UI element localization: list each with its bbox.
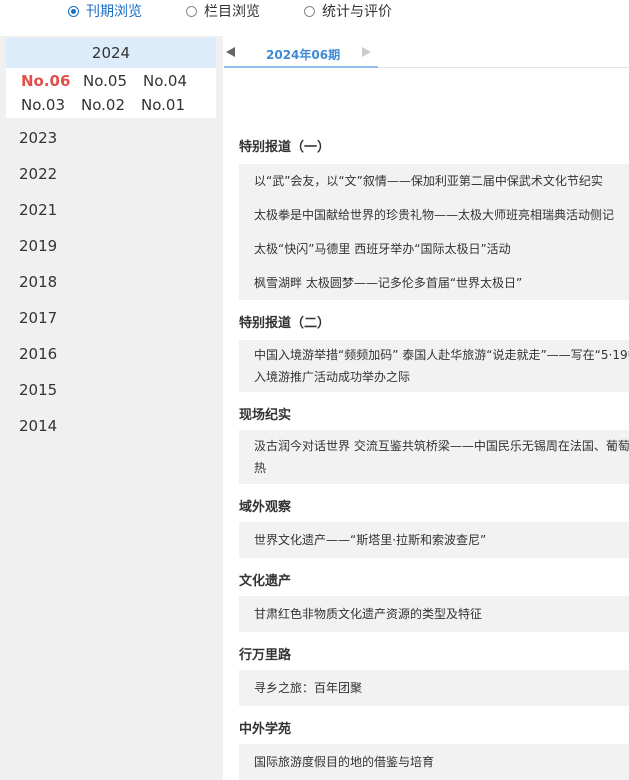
issue-item-04[interactable]: No.04: [143, 72, 187, 90]
section-title: 特别报道（二）: [239, 316, 331, 331]
radio-icon: [304, 5, 315, 17]
section-title: 文化遗产: [239, 574, 292, 589]
section-title: 中外学苑: [239, 722, 292, 737]
article-title: 枫雪湖畔 太极圆梦——记多伦多首届“世界太极日”: [254, 276, 523, 290]
article-title: 甘肃红色非物质文化遗产资源的类型及特征: [254, 607, 483, 621]
section-title: 现场纪实: [239, 408, 292, 423]
issue-list: No.06 No.05 No.04 No.03 No.02 No.01: [6, 68, 216, 118]
article-title: 国际旅游度假目的地的借鉴与培育: [254, 755, 435, 769]
year-item-2019[interactable]: 2019: [19, 237, 57, 255]
issue-item-06[interactable]: No.06: [21, 72, 70, 90]
tab-column-browse[interactable]: 栏目浏览: [186, 1, 260, 21]
tab-label: 栏目浏览: [204, 4, 260, 20]
issue-tab-label[interactable]: 2024年06期: [266, 46, 340, 63]
article-link[interactable]: 寻乡之旅：百年团聚: [239, 670, 629, 706]
year-item-2018[interactable]: 2018: [19, 273, 57, 291]
next-arrow-icon[interactable]: [362, 47, 371, 57]
article-title: 世界文化遗产——“斯塔里·拉斯和索波查尼”: [254, 533, 487, 547]
year-item-2016[interactable]: 2016: [19, 345, 57, 363]
article-link[interactable]: 甘肃红色非物质文化遗产资源的类型及特征: [239, 596, 629, 632]
article-link[interactable]: 太极“快闪”马德里 西班牙举办“国际太极日”活动: [239, 232, 629, 266]
section-title: 行万里路: [239, 648, 292, 663]
tab-label: 刊期浏览: [86, 4, 142, 20]
year-item-2021[interactable]: 2021: [19, 201, 57, 219]
issue-item-01[interactable]: No.01: [141, 96, 185, 114]
prev-arrow-icon[interactable]: [226, 47, 235, 57]
year-sidebar: 2024 No.06 No.05 No.04 No.03 No.02 No.01…: [0, 36, 223, 780]
section-title: 特别报道（一）: [239, 140, 331, 155]
article-link[interactable]: 枫雪湖畔 太极圆梦——记多伦多首届“世界太极日”: [239, 266, 629, 300]
tab-label: 统计与评价: [322, 4, 392, 20]
tab-issue-browse[interactable]: 刊期浏览: [68, 1, 142, 21]
article-link[interactable]: 世界文化遗产——“斯塔里·拉斯和索波查尼”: [239, 522, 629, 558]
article-link[interactable]: 中国入境游举措“频频加码” 泰国人赴华旅游“说走就走”——写在“5·19中 入境…: [239, 340, 629, 392]
article-title: 太极“快闪”马德里 西班牙举办“国际太极日”活动: [254, 242, 511, 256]
issue-item-03[interactable]: No.03: [21, 96, 65, 114]
radio-icon: [186, 5, 197, 17]
article-link[interactable]: 太极拳是中国献给世界的珍贵礼物——太极大师班亮相瑞典活动侧记: [239, 198, 629, 232]
article-title-line: 入境游推广活动成功举办之际: [254, 370, 411, 384]
year-item-2015[interactable]: 2015: [19, 381, 57, 399]
year-item-2014[interactable]: 2014: [19, 417, 57, 435]
tab-statistics[interactable]: 统计与评价: [304, 1, 392, 21]
current-year-header[interactable]: 2024: [6, 38, 216, 68]
article-title: 以“武”会友，以“文”叙情——保加利亚第二届中保武术文化节纪实: [254, 174, 603, 188]
article-title-line: 汲古润今对话世界 交流互鉴共筑桥梁——中国民乐无锡周在法国、葡萄: [254, 439, 629, 453]
year-item-2022[interactable]: 2022: [19, 165, 57, 183]
article-title-line: 热: [254, 461, 267, 475]
issue-tab-bar: 2024年06期: [224, 36, 629, 68]
issue-content: 2024年06期 特别报道（一） 以“武”会友，以“文”叙情——保加利亚第二届中…: [224, 36, 629, 780]
issue-item-05[interactable]: No.05: [83, 72, 127, 90]
article-title-line: 中国入境游举措“频频加码” 泰国人赴华旅游“说走就走”——写在“5·19中: [254, 348, 629, 362]
article-title: 寻乡之旅：百年团聚: [254, 681, 363, 695]
article-link[interactable]: 国际旅游度假目的地的借鉴与培育: [239, 744, 629, 780]
section-title: 域外观察: [239, 500, 292, 515]
year-item-2023[interactable]: 2023: [19, 129, 57, 147]
radio-selected-icon: [68, 5, 79, 17]
year-item-2017[interactable]: 2017: [19, 309, 57, 327]
article-title: 太极拳是中国献给世界的珍贵礼物——太极大师班亮相瑞典活动侧记: [254, 208, 615, 222]
active-tab-underline: [224, 66, 378, 68]
article-link[interactable]: 汲古润今对话世界 交流互鉴共筑桥梁——中国民乐无锡周在法国、葡萄 热: [239, 430, 629, 484]
browse-mode-tabs: 刊期浏览 栏目浏览 统计与评价: [0, 0, 629, 24]
article-link[interactable]: 以“武”会友，以“文”叙情——保加利亚第二届中保武术文化节纪实: [239, 164, 629, 198]
issue-item-02[interactable]: No.02: [81, 96, 125, 114]
